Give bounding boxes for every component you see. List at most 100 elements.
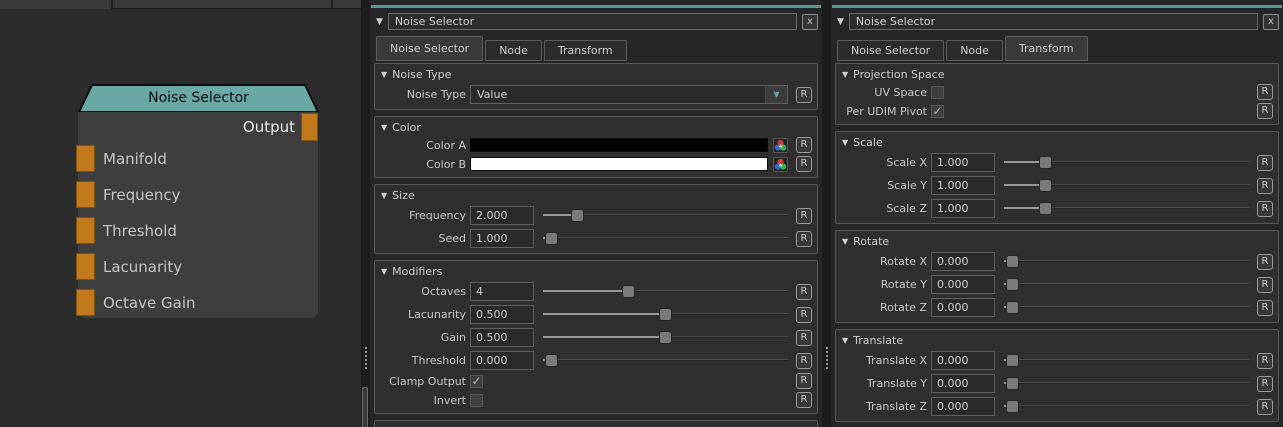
reset-button[interactable]: R: [796, 137, 812, 153]
tab-transform[interactable]: Transform: [544, 40, 627, 61]
checkbox-clamp-output[interactable]: ✓: [470, 375, 483, 388]
group-header[interactable]: ▼Size: [381, 188, 812, 202]
reset-button[interactable]: R: [1257, 399, 1273, 415]
tab-transform[interactable]: Transform: [1005, 36, 1088, 61]
checkbox-uv-space[interactable]: [931, 86, 944, 99]
node-header[interactable]: Noise Selector: [78, 84, 319, 113]
value-field-scale-z[interactable]: 1.000: [931, 199, 995, 218]
slider-handle[interactable]: [659, 331, 672, 344]
color-picker-icon[interactable]: [773, 157, 788, 172]
input-port-threshold[interactable]: [76, 217, 95, 244]
value-field-translate-y[interactable]: 0.000: [931, 374, 995, 393]
value-field-scale-y[interactable]: 1.000: [931, 176, 995, 195]
group-header[interactable]: ▼Translate: [842, 333, 1273, 347]
slider-handle[interactable]: [545, 232, 558, 245]
graph-scrollbar-thumb[interactable]: [362, 387, 368, 427]
slider-lacunarity[interactable]: [543, 308, 788, 321]
checkbox-invert[interactable]: [470, 394, 483, 407]
color-picker-icon[interactable]: [773, 138, 788, 153]
slider-gain[interactable]: [543, 331, 788, 344]
group-header[interactable]: ▼Scale: [842, 135, 1273, 149]
slider-seed[interactable]: [543, 232, 788, 245]
node-body[interactable]: Output ManifoldFrequencyThresholdLacunar…: [78, 112, 318, 318]
slider-handle[interactable]: [1039, 156, 1052, 169]
slider-handle[interactable]: [1006, 400, 1019, 413]
reset-button[interactable]: R: [1257, 155, 1273, 171]
slider-scale-z[interactable]: [1004, 202, 1249, 215]
reset-button[interactable]: R: [1257, 201, 1273, 217]
value-field-scale-x[interactable]: 1.000: [931, 153, 995, 172]
value-field-translate-z[interactable]: 0.000: [931, 397, 995, 416]
slider-translate-z[interactable]: [1004, 400, 1249, 413]
checkbox-per-udim-pivot[interactable]: ✓: [931, 105, 944, 118]
input-port-frequency[interactable]: [76, 181, 95, 208]
reset-button[interactable]: R: [796, 353, 812, 369]
reset-button[interactable]: R: [796, 392, 812, 408]
slider-handle[interactable]: [1039, 202, 1052, 215]
slider-handle[interactable]: [1006, 301, 1019, 314]
close-button[interactable]: x: [1263, 14, 1279, 30]
slider-rotate-x[interactable]: [1004, 255, 1249, 268]
slider-handle[interactable]: [1006, 255, 1019, 268]
reset-button[interactable]: R: [796, 87, 812, 103]
value-field-octaves[interactable]: 4: [470, 282, 534, 301]
input-port-octave-gain[interactable]: [76, 289, 95, 316]
slider-handle[interactable]: [1006, 377, 1019, 390]
noise-selector-node[interactable]: Noise Selector Output ManifoldFrequencyT…: [78, 84, 319, 318]
dropdown-noise-type[interactable]: Value▼: [470, 85, 788, 104]
slider-handle[interactable]: [622, 285, 635, 298]
group-header[interactable]: ▼Projection Space: [842, 67, 1273, 81]
slider-rotate-y[interactable]: [1004, 278, 1249, 291]
output-port[interactable]: [301, 113, 318, 141]
slider-scale-x[interactable]: [1004, 156, 1249, 169]
chevron-down-icon[interactable]: ▼: [765, 86, 787, 103]
node-graph-panel[interactable]: Noise Selector Output ManifoldFrequencyT…: [0, 0, 361, 427]
splitter-grip-icon[interactable]: [826, 347, 828, 369]
slider-handle[interactable]: [659, 308, 672, 321]
reset-button[interactable]: R: [1257, 254, 1273, 270]
splitter-grip-icon[interactable]: [365, 347, 367, 369]
group-header[interactable]: ▼Color: [381, 120, 812, 134]
value-field-gain[interactable]: 0.500: [470, 328, 534, 347]
slider-handle[interactable]: [571, 209, 584, 222]
slider-scale-y[interactable]: [1004, 179, 1249, 192]
reset-button[interactable]: R: [796, 330, 812, 346]
value-field-translate-x[interactable]: 0.000: [931, 351, 995, 370]
tab-noise-selector[interactable]: Noise Selector: [376, 36, 483, 61]
reset-button[interactable]: R: [796, 307, 812, 323]
slider-handle[interactable]: [1006, 354, 1019, 367]
close-button[interactable]: x: [802, 14, 818, 30]
tab-node[interactable]: Node: [485, 40, 542, 61]
group-header[interactable]: ▼Noise Type: [381, 67, 812, 81]
color-swatch-color-a[interactable]: [470, 138, 768, 152]
reset-button[interactable]: R: [1257, 103, 1273, 119]
group-header[interactable]: ▼Modifiers: [381, 264, 812, 278]
reset-button[interactable]: R: [796, 208, 812, 224]
reset-button[interactable]: R: [1257, 178, 1273, 194]
reset-button[interactable]: R: [1257, 277, 1273, 293]
tab-node[interactable]: Node: [946, 40, 1003, 61]
value-field-lacunarity[interactable]: 0.500: [470, 305, 534, 324]
slider-threshold[interactable]: [543, 354, 788, 367]
panel-splitter-left[interactable]: [361, 0, 370, 427]
reset-button[interactable]: R: [796, 373, 812, 389]
value-field-rotate-y[interactable]: 0.000: [931, 275, 995, 294]
value-field-rotate-x[interactable]: 0.000: [931, 252, 995, 271]
slider-octaves[interactable]: [543, 285, 788, 298]
value-field-frequency[interactable]: 2.000: [470, 206, 534, 225]
input-port-lacunarity[interactable]: [76, 253, 95, 280]
group-header[interactable]: ▼Rotate: [842, 234, 1273, 248]
collapse-triangle-icon[interactable]: ▼: [376, 17, 383, 27]
slider-handle[interactable]: [1006, 278, 1019, 291]
collapse-triangle-icon[interactable]: ▼: [837, 17, 844, 27]
input-port-manifold[interactable]: [76, 145, 95, 172]
slider-translate-x[interactable]: [1004, 354, 1249, 367]
value-field-rotate-z[interactable]: 0.000: [931, 298, 995, 317]
reset-button[interactable]: R: [1257, 300, 1273, 316]
reset-button[interactable]: R: [796, 284, 812, 300]
slider-rotate-z[interactable]: [1004, 301, 1249, 314]
value-field-seed[interactable]: 1.000: [470, 229, 534, 248]
slider-handle[interactable]: [1039, 179, 1052, 192]
reset-button[interactable]: R: [1257, 376, 1273, 392]
reset-button[interactable]: R: [1257, 353, 1273, 369]
